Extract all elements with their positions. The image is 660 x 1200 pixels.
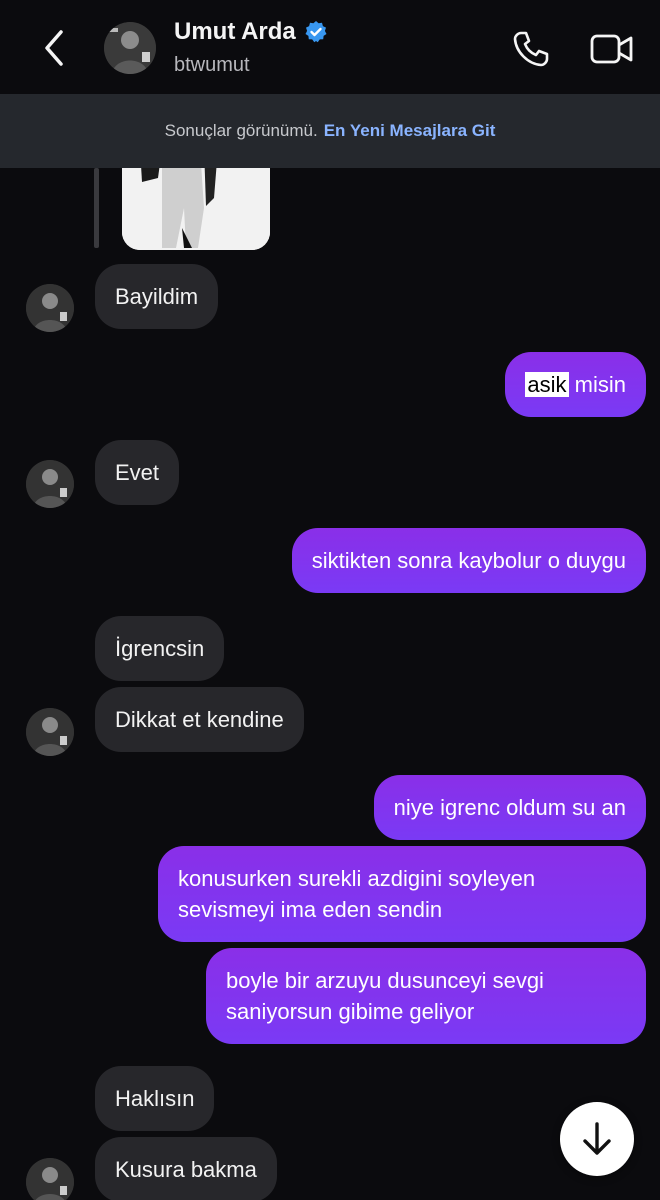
message-bubble-incoming[interactable]: Bayildim (95, 264, 219, 329)
jump-to-latest-link[interactable]: En Yeni Mesajlara Git (324, 121, 496, 141)
message-text-highlight: asik (525, 372, 569, 397)
message-text: Kusura bakma (115, 1157, 257, 1182)
avatar-image (26, 460, 74, 508)
avatar[interactable] (26, 708, 74, 756)
avatar-image (26, 1158, 74, 1200)
phone-icon (513, 31, 549, 67)
message-text: konusurken surekli azdigini soyleyen sev… (178, 866, 536, 922)
chat-header: Umut Arda btwumut (0, 0, 660, 94)
message-bubble-outgoing[interactable]: konusurken surekli azdigini soyleyen sev… (158, 846, 646, 942)
message-bubble-outgoing[interactable]: niye igrenc oldum su an (373, 775, 646, 840)
contact-handle: btwumut (174, 54, 250, 76)
message-text: siktikten sonra kaybolur o duygu (311, 548, 626, 573)
arrow-down-icon (583, 1122, 611, 1155)
message-bubble-incoming[interactable]: Dikkat et kendine (95, 687, 304, 752)
message-text: boyle bir arzuyu dusunceyi sevgi saniyor… (226, 968, 544, 1024)
video-camera-icon (590, 34, 633, 64)
banner-text: Sonuçlar görünümü. (164, 121, 318, 140)
chevron-left-icon (45, 30, 63, 66)
message-text: Bayildim (115, 284, 199, 309)
avatar[interactable] (26, 1158, 74, 1200)
back-button[interactable] (30, 24, 78, 72)
message-bubble-incoming[interactable]: İgrencsin (95, 616, 225, 681)
avatar-image (26, 284, 74, 332)
results-view-banner: Sonuçlar görünümü. En Yeni Mesajlara Git (0, 94, 660, 168)
message-text: niye igrenc oldum su an (393, 795, 626, 820)
message-bubble-outgoing[interactable]: asik misin (505, 352, 646, 417)
avatar-image (26, 708, 74, 756)
reply-indicator-line (94, 168, 99, 248)
message-bubble-incoming[interactable]: Kusura bakma (95, 1137, 277, 1200)
video-call-button[interactable] (586, 26, 638, 72)
verified-badge-icon (305, 21, 327, 43)
message-bubble-incoming[interactable]: Evet (95, 440, 180, 505)
message-bubble-incoming[interactable]: Haklısın (95, 1066, 215, 1131)
profile-avatar[interactable] (104, 22, 156, 74)
audio-call-button[interactable] (508, 26, 554, 72)
shared-media-thumbnail[interactable] (122, 168, 270, 250)
message-thread[interactable]: Bayildim asik misin Evet siktikten sonra… (0, 168, 660, 1200)
media-image (122, 168, 270, 250)
message-text: Evet (115, 460, 160, 485)
avatar-image (104, 22, 156, 74)
message-text: Haklısın (115, 1086, 195, 1111)
contact-name[interactable]: Umut Arda (174, 18, 328, 46)
message-bubble-outgoing[interactable]: boyle bir arzuyu dusunceyi sevgi saniyor… (206, 948, 646, 1044)
message-text: misin (568, 372, 626, 397)
contact-name-text: Umut Arda (174, 18, 296, 45)
message-text: İgrencsin (115, 636, 205, 661)
scroll-to-bottom-button[interactable] (560, 1102, 634, 1176)
avatar[interactable] (26, 460, 74, 508)
message-text: Dikkat et kendine (115, 707, 284, 732)
message-bubble-outgoing[interactable]: siktikten sonra kaybolur o duygu (291, 528, 646, 593)
avatar[interactable] (26, 284, 74, 332)
